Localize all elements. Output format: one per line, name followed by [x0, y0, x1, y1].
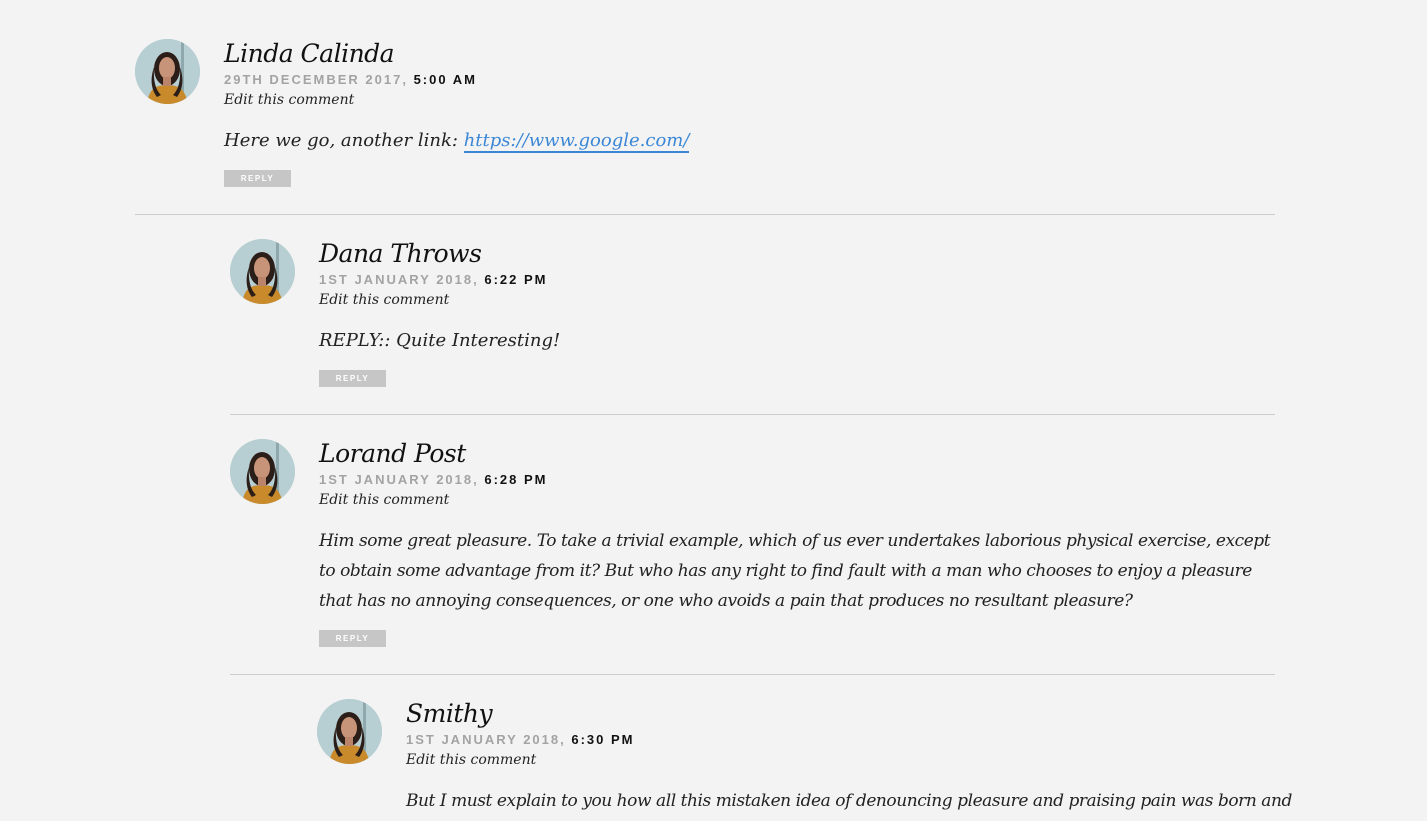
avatar	[135, 39, 200, 104]
comment-divider	[230, 414, 1275, 415]
avatar	[230, 439, 295, 504]
comment-body: Linda Calinda 29th December 2017, 5:00 A…	[224, 39, 1275, 187]
comment-author: Lorand Post	[319, 439, 466, 468]
reply-button[interactable]: REPLY	[319, 630, 386, 647]
comment-date: 1st January 2018,	[319, 272, 479, 287]
reply-button[interactable]: REPLY	[224, 170, 291, 187]
comment-divider	[230, 674, 1275, 675]
comment-timestamp: 1st January 2018, 6:30 PM	[406, 732, 1275, 748]
comment-time: 5:00 AM	[413, 72, 477, 87]
edit-comment-link[interactable]: Edit this comment	[319, 291, 1275, 309]
comment-time: 6:30 PM	[571, 732, 635, 747]
comment-text-content: Here we go, another link:	[224, 130, 464, 151]
avatar	[317, 699, 382, 764]
comment-time: 6:28 PM	[484, 472, 548, 487]
reply-button[interactable]: REPLY	[319, 370, 386, 387]
comment-link[interactable]: https://www.google.com/	[463, 130, 690, 153]
edit-comment-link[interactable]: Edit this comment	[224, 91, 1275, 109]
comment-time: 6:22 PM	[484, 272, 548, 287]
comment-text: REPLY:: Quite Interesting!	[319, 330, 561, 351]
comment-text: Him some great pleasure. To take a trivi…	[319, 531, 1271, 611]
comment-date: 1st January 2018,	[319, 472, 479, 487]
comment-author: Dana Throws	[319, 239, 482, 268]
comments-section: Linda Calinda 29th December 2017, 5:00 A…	[0, 0, 1427, 821]
comment-timestamp: 1st January 2018, 6:22 PM	[319, 272, 1275, 288]
comment-date: 29th December 2017,	[224, 72, 408, 87]
avatar	[230, 239, 295, 304]
comment-divider	[135, 214, 1275, 215]
comment-text: But I must explain to you how all this m…	[406, 791, 1292, 811]
comment-body: Dana Throws 1st January 2018, 6:22 PM Ed…	[319, 239, 1275, 387]
comment-body: Smithy 1st January 2018, 6:30 PM Edit th…	[406, 699, 1292, 816]
edit-comment-link[interactable]: Edit this comment	[319, 491, 1275, 509]
edit-comment-link[interactable]: Edit this comment	[406, 751, 1275, 769]
comment-timestamp: 1st January 2018, 6:28 PM	[319, 472, 1275, 488]
comment-text: Here we go, another link: https://www.go…	[224, 126, 1275, 156]
comment-date: 1st January 2018,	[406, 732, 566, 747]
comment-author: Linda Calinda	[224, 39, 395, 68]
comment-body: Lorand Post 1st January 2018, 6:28 PM Ed…	[319, 439, 1275, 647]
comment-author: Smithy	[406, 699, 493, 728]
comment-timestamp: 29th December 2017, 5:00 AM	[224, 72, 1275, 88]
